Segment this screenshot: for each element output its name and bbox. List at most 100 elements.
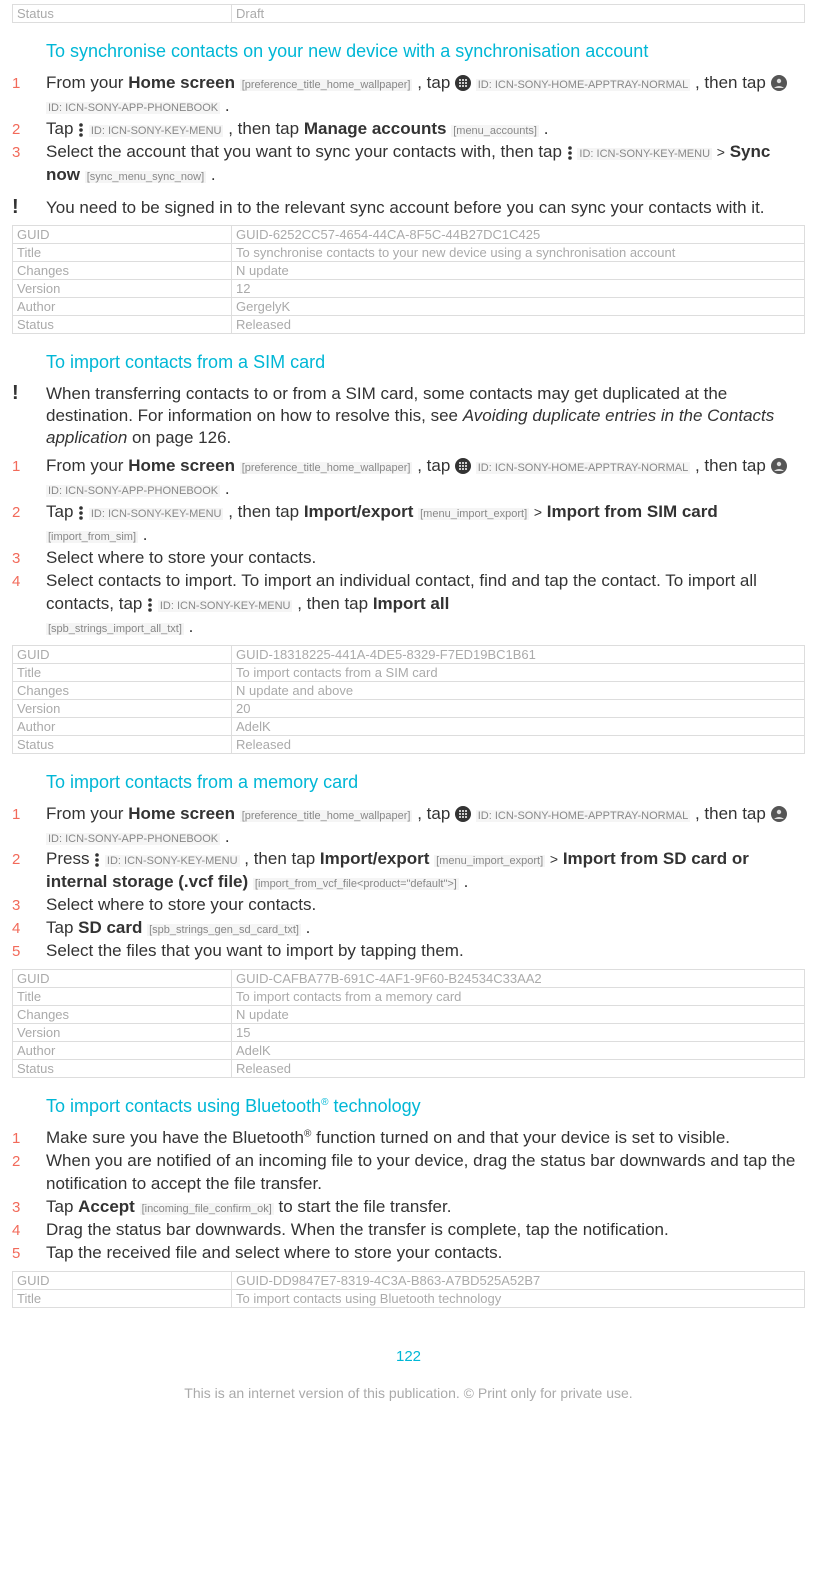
table-row: Version12 (13, 279, 805, 297)
table-row: AuthorGergelyK (13, 297, 805, 315)
document-page: Status Draft To synchronise contacts on … (0, 0, 817, 1421)
step-number: 4 (12, 917, 46, 940)
list-item: 3 Select where to store your contacts. (12, 894, 805, 917)
table-row: GUIDGUID-CAFBA77B-691C-4AF1-9F60-B24534C… (13, 970, 805, 988)
table-row: TitleTo import contacts using Bluetooth … (13, 1289, 805, 1307)
key-menu-icon (94, 852, 100, 868)
list-item: 3 Select where to store your contacts. (12, 547, 805, 570)
step-number: 5 (12, 1242, 46, 1265)
page-number: 122 (12, 1348, 805, 1365)
list-item: 2 When you are notified of an incoming f… (12, 1150, 805, 1196)
key-menu-icon (78, 505, 84, 521)
table-row: TitleTo synchronise contacts to your new… (13, 243, 805, 261)
step-number: 4 (12, 1219, 46, 1242)
id-tag: ID: ICN-SONY-KEY-MENU (577, 148, 712, 160)
manage-accounts-label: Manage accounts (304, 119, 447, 138)
list-item: 5 Select the files that you want to impo… (12, 940, 805, 963)
exclamation-icon: ! (12, 197, 46, 219)
section-heading-sync-account: To synchronise contacts on your new devi… (46, 41, 805, 62)
list-item: 1 From your Home screen [preference_titl… (12, 455, 805, 501)
list-item: 2 Press ID: ICN-SONY-KEY-MENU , then tap… (12, 848, 805, 894)
id-tag: ID: ICN-SONY-KEY-MENU (89, 125, 224, 137)
meta-table: GUIDGUID-DD9847E7-8319-4C3A-B863-A7BD525… (12, 1271, 805, 1308)
meta-table: GUIDGUID-18318225-441A-4DE5-8329-F7ED19B… (12, 645, 805, 754)
note-row: ! You need to be signed in to the releva… (12, 197, 805, 219)
list-item: 2 Tap ID: ICN-SONY-KEY-MENU , then tap I… (12, 501, 805, 547)
apptray-icon (455, 75, 471, 91)
meta-value: Draft (232, 5, 805, 23)
chevron-right-icon: > (717, 144, 725, 160)
phonebook-icon (771, 806, 787, 822)
id-tag: ID: ICN-SONY-APP-PHONEBOOK (46, 102, 220, 114)
section-heading-memory: To import contacts from a memory card (46, 772, 805, 793)
table-row: ChangesN update (13, 1006, 805, 1024)
import-from-sim-label: Import from SIM card (547, 502, 718, 521)
id-tag: [sync_menu_sync_now] (85, 171, 206, 183)
import-export-label: Import/export (320, 849, 430, 868)
phonebook-icon (771, 75, 787, 91)
footer-note: This is an internet version of this publ… (12, 1385, 805, 1401)
table-row: TitleTo import contacts from a SIM card (13, 663, 805, 681)
steps-list: 1 Make sure you have the Bluetooth® func… (12, 1127, 805, 1265)
note-row: ! When transferring contacts to or from … (12, 383, 805, 449)
meta-table: GUIDGUID-CAFBA77B-691C-4AF1-9F60-B24534C… (12, 969, 805, 1078)
section-heading-sim: To import contacts from a SIM card (46, 352, 805, 373)
list-item: 1 Make sure you have the Bluetooth® func… (12, 1127, 805, 1150)
step-number: 2 (12, 118, 46, 141)
step-number: 3 (12, 141, 46, 187)
step-number: 1 (12, 1127, 46, 1150)
chevron-right-icon: > (550, 851, 558, 867)
list-item: 3 Select the account that you want to sy… (12, 141, 805, 187)
key-menu-icon (147, 597, 153, 613)
table-row: AuthorAdelK (13, 1042, 805, 1060)
sd-card-label: SD card (78, 918, 142, 937)
table-row: StatusReleased (13, 1060, 805, 1078)
note-text: You need to be signed in to the relevant… (46, 197, 765, 219)
table-row: Version20 (13, 699, 805, 717)
meta-label: Status (13, 5, 232, 23)
list-item: 4 Drag the status bar downwards. When th… (12, 1219, 805, 1242)
list-item: 4 Tap SD card [spb_strings_gen_sd_card_t… (12, 917, 805, 940)
id-tag: [menu_accounts] (451, 125, 539, 137)
list-item: 3 Tap Accept [incoming_file_confirm_ok] … (12, 1196, 805, 1219)
list-item: 5 Tap the received file and select where… (12, 1242, 805, 1265)
list-item: 1 From your Home screen [preference_titl… (12, 803, 805, 849)
table-row: AuthorAdelK (13, 717, 805, 735)
steps-list: 1 From your Home screen [preference_titl… (12, 803, 805, 964)
step-number: 1 (12, 803, 46, 849)
steps-list: 1 From your Home screen [preference_titl… (12, 455, 805, 639)
top-meta-table: Status Draft (12, 4, 805, 23)
exclamation-icon: ! (12, 383, 46, 449)
step-number: 2 (12, 501, 46, 547)
step-number: 3 (12, 894, 46, 917)
home-screen-label: Home screen (128, 73, 235, 92)
apptray-icon (455, 806, 471, 822)
key-menu-icon (567, 145, 573, 161)
table-row: Status Draft (13, 5, 805, 23)
table-row: Version15 (13, 1024, 805, 1042)
table-row: ChangesN update (13, 261, 805, 279)
step-number: 3 (12, 547, 46, 570)
table-row: GUIDGUID-DD9847E7-8319-4C3A-B863-A7BD525… (13, 1271, 805, 1289)
key-menu-icon (78, 122, 84, 138)
accept-label: Accept (78, 1197, 135, 1216)
steps-list: 1 From your Home screen [preference_titl… (12, 72, 805, 187)
table-row: StatusReleased (13, 315, 805, 333)
import-all-label: Import all (373, 594, 450, 613)
phonebook-icon (771, 458, 787, 474)
step-number: 1 (12, 72, 46, 118)
table-row: GUIDGUID-18318225-441A-4DE5-8329-F7ED19B… (13, 645, 805, 663)
note-text: When transferring contacts to or from a … (46, 383, 805, 449)
chevron-right-icon: > (534, 504, 542, 520)
table-row: StatusReleased (13, 735, 805, 753)
step-number: 2 (12, 1150, 46, 1196)
step-number: 3 (12, 1196, 46, 1219)
table-row: ChangesN update and above (13, 681, 805, 699)
step-number: 5 (12, 940, 46, 963)
id-tag: ID: ICN-SONY-HOME-APPTRAY-NORMAL (476, 79, 690, 91)
registered-icon: ® (321, 1097, 328, 1108)
apptray-icon (455, 458, 471, 474)
step-number: 2 (12, 848, 46, 894)
list-item: 4 Select contacts to import. To import a… (12, 570, 805, 639)
meta-table: GUIDGUID-6252CC57-4654-44CA-8F5C-44B27DC… (12, 225, 805, 334)
